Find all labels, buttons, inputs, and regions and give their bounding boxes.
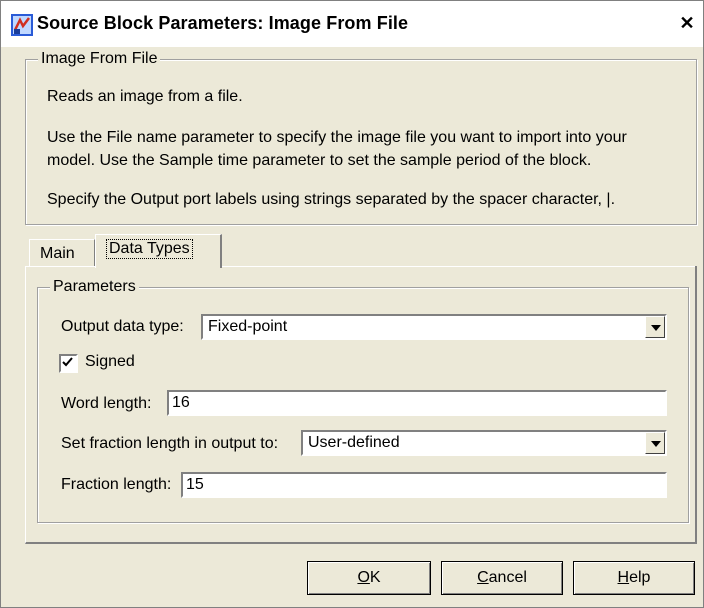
- block-description-legend: Image From File: [38, 50, 161, 68]
- description-line-1: Reads an image from a file.: [47, 88, 243, 105]
- cancel-mnemonic: C: [477, 569, 489, 586]
- help-mnemonic: H: [617, 569, 630, 586]
- output-data-type-select[interactable]: Fixed-point: [201, 314, 667, 340]
- tab-main[interactable]: Main: [29, 239, 95, 266]
- signed-checkbox[interactable]: [59, 354, 78, 373]
- description-line-2: Use the File name parameter to specify t…: [47, 129, 627, 146]
- cancel-label-rest: ancel: [488, 569, 527, 586]
- chevron-down-icon[interactable]: [645, 316, 665, 338]
- word-length-value: 16: [172, 394, 190, 411]
- tab-main-label: Main: [40, 245, 75, 262]
- ok-button[interactable]: OK: [307, 561, 431, 595]
- chevron-down-icon[interactable]: [645, 432, 665, 454]
- title-bar[interactable]: Source Block Parameters: Image From File…: [1, 1, 703, 47]
- fraction-length-label: Fraction length:: [61, 476, 172, 493]
- cancel-button[interactable]: Cancel: [441, 561, 563, 595]
- window-title: Source Block Parameters: Image From File: [37, 13, 409, 33]
- checkmark-icon: [62, 357, 73, 367]
- dialog-window: Source Block Parameters: Image From File…: [0, 0, 704, 608]
- parameters-legend: Parameters: [50, 278, 139, 296]
- signed-label: Signed: [85, 353, 135, 370]
- tab-data-types-label: Data Types: [106, 239, 193, 259]
- help-button[interactable]: Help: [573, 561, 695, 595]
- simulink-app-icon: [11, 14, 33, 36]
- description-line-3: model. Use the Sample time parameter to …: [47, 152, 592, 169]
- close-icon[interactable]: ✕: [677, 13, 697, 33]
- word-length-label: Word length:: [61, 395, 152, 412]
- fraction-length-value: 15: [186, 476, 204, 493]
- fraction-mode-value: User-defined: [308, 434, 400, 451]
- fraction-mode-label: Set fraction length in output to:: [61, 435, 279, 452]
- output-data-type-label: Output data type:: [61, 318, 184, 335]
- word-length-field[interactable]: 16: [167, 390, 667, 416]
- tab-data-types[interactable]: Data Types: [95, 234, 222, 268]
- ok-mnemonic: O: [357, 569, 370, 586]
- ok-label-rest: K: [369, 569, 381, 586]
- fraction-length-field[interactable]: 15: [181, 472, 667, 498]
- fraction-mode-select[interactable]: User-defined: [301, 430, 667, 456]
- output-data-type-value: Fixed-point: [208, 318, 288, 335]
- help-label-rest: elp: [629, 569, 651, 586]
- description-line-4: Specify the Output port labels using str…: [47, 191, 616, 208]
